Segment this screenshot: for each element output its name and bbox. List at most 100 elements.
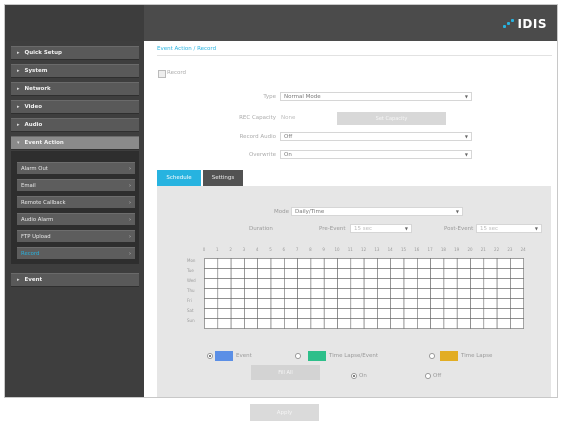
schedule-cell[interactable] bbox=[417, 278, 431, 289]
schedule-cell[interactable] bbox=[430, 258, 445, 269]
schedule-cell[interactable] bbox=[430, 308, 445, 319]
schedule-cell[interactable] bbox=[217, 268, 232, 279]
schedule-cell[interactable] bbox=[244, 288, 259, 299]
submenu-item-remote-callback[interactable]: Remote Callback › bbox=[17, 196, 135, 208]
schedule-cell[interactable] bbox=[496, 298, 511, 309]
schedule-cell[interactable] bbox=[323, 258, 338, 269]
schedule-cell[interactable] bbox=[270, 268, 285, 279]
schedule-cell[interactable] bbox=[297, 288, 312, 299]
apply-button[interactable]: Apply bbox=[250, 404, 319, 421]
schedule-grid[interactable] bbox=[204, 258, 524, 329]
schedule-cell[interactable] bbox=[390, 318, 405, 329]
schedule-cell[interactable] bbox=[310, 278, 325, 289]
schedule-cell[interactable] bbox=[443, 258, 458, 269]
schedule-cell[interactable] bbox=[257, 318, 272, 329]
schedule-cell[interactable] bbox=[403, 258, 418, 269]
schedule-cell[interactable] bbox=[510, 288, 524, 299]
schedule-cell[interactable] bbox=[257, 298, 272, 309]
on-radio[interactable] bbox=[351, 373, 357, 379]
schedule-cell[interactable] bbox=[470, 308, 485, 319]
schedule-cell[interactable] bbox=[483, 258, 498, 269]
schedule-cell[interactable] bbox=[270, 308, 285, 319]
set-capacity-button[interactable]: Set Capacity bbox=[337, 112, 446, 125]
schedule-cell[interactable] bbox=[496, 268, 511, 279]
submenu-item-alarm-out[interactable]: Alarm Out › bbox=[17, 162, 135, 174]
schedule-cell[interactable] bbox=[297, 308, 312, 319]
schedule-cell[interactable] bbox=[204, 268, 219, 279]
schedule-cell[interactable] bbox=[456, 318, 471, 329]
mode-select[interactable]: Daily/Time ▼ bbox=[291, 207, 463, 216]
schedule-cell[interactable] bbox=[270, 258, 285, 269]
schedule-cell[interactable] bbox=[297, 258, 312, 269]
schedule-cell[interactable] bbox=[430, 288, 445, 299]
schedule-cell[interactable] bbox=[230, 288, 245, 299]
pre-event-select[interactable]: 15 sec ▼ bbox=[350, 224, 412, 233]
schedule-cell[interactable] bbox=[403, 308, 418, 319]
schedule-cell[interactable] bbox=[230, 268, 245, 279]
schedule-cell[interactable] bbox=[510, 258, 524, 269]
schedule-cell[interactable] bbox=[350, 288, 365, 299]
schedule-cell[interactable] bbox=[417, 268, 431, 279]
schedule-cell[interactable] bbox=[443, 318, 458, 329]
schedule-cell[interactable] bbox=[377, 308, 391, 319]
schedule-cell[interactable] bbox=[456, 278, 471, 289]
schedule-cell[interactable] bbox=[323, 288, 338, 299]
legend-radio-event[interactable] bbox=[207, 353, 213, 359]
schedule-cell[interactable] bbox=[230, 318, 245, 329]
schedule-cell[interactable] bbox=[270, 298, 285, 309]
schedule-cell[interactable] bbox=[323, 298, 338, 309]
schedule-cell[interactable] bbox=[323, 318, 338, 329]
schedule-cell[interactable] bbox=[510, 318, 524, 329]
schedule-cell[interactable] bbox=[510, 278, 524, 289]
schedule-cell[interactable] bbox=[390, 268, 405, 279]
schedule-cell[interactable] bbox=[323, 308, 338, 319]
schedule-cell[interactable] bbox=[323, 268, 338, 279]
schedule-cell[interactable] bbox=[337, 278, 352, 289]
fill-all-button[interactable]: Fill All bbox=[251, 365, 320, 380]
schedule-cell[interactable] bbox=[417, 308, 431, 319]
schedule-cell[interactable] bbox=[337, 268, 352, 279]
schedule-cell[interactable] bbox=[350, 278, 365, 289]
schedule-cell[interactable] bbox=[310, 288, 325, 299]
schedule-cell[interactable] bbox=[443, 288, 458, 299]
schedule-cell[interactable] bbox=[217, 318, 232, 329]
schedule-cell[interactable] bbox=[217, 278, 232, 289]
schedule-cell[interactable] bbox=[390, 288, 405, 299]
schedule-cell[interactable] bbox=[230, 258, 245, 269]
schedule-cell[interactable] bbox=[230, 298, 245, 309]
submenu-item-email[interactable]: Email › bbox=[17, 179, 135, 191]
schedule-cell[interactable] bbox=[284, 298, 298, 309]
schedule-cell[interactable] bbox=[257, 258, 272, 269]
schedule-cell[interactable] bbox=[350, 308, 365, 319]
submenu-item-ftp-upload[interactable]: FTP Upload › bbox=[17, 230, 135, 242]
sidebar-item-audio[interactable]: ▸ Audio bbox=[11, 118, 139, 132]
schedule-cell[interactable] bbox=[244, 318, 259, 329]
schedule-cell[interactable] bbox=[244, 298, 259, 309]
schedule-cell[interactable] bbox=[244, 258, 259, 269]
schedule-cell[interactable] bbox=[270, 288, 285, 299]
schedule-cell[interactable] bbox=[217, 308, 232, 319]
tab-schedule[interactable]: Schedule bbox=[157, 170, 201, 186]
schedule-cell[interactable] bbox=[244, 268, 259, 279]
sidebar-item-network[interactable]: ▸ Network bbox=[11, 82, 139, 96]
submenu-item-audio-alarm[interactable]: Audio Alarm › bbox=[17, 213, 135, 225]
schedule-cell[interactable] bbox=[483, 298, 498, 309]
schedule-cell[interactable] bbox=[257, 278, 272, 289]
schedule-cell[interactable] bbox=[204, 298, 219, 309]
schedule-cell[interactable] bbox=[310, 258, 325, 269]
schedule-cell[interactable] bbox=[230, 278, 245, 289]
schedule-cell[interactable] bbox=[257, 288, 272, 299]
schedule-cell[interactable] bbox=[483, 268, 498, 279]
schedule-cell[interactable] bbox=[284, 258, 298, 269]
schedule-cell[interactable] bbox=[483, 308, 498, 319]
schedule-cell[interactable] bbox=[217, 288, 232, 299]
schedule-cell[interactable] bbox=[470, 288, 485, 299]
schedule-cell[interactable] bbox=[377, 268, 391, 279]
overwrite-select[interactable]: On ▼ bbox=[280, 150, 472, 159]
schedule-cell[interactable] bbox=[430, 268, 445, 279]
sidebar-item-event[interactable]: ▸ Event bbox=[11, 273, 139, 287]
schedule-cell[interactable] bbox=[483, 288, 498, 299]
schedule-cell[interactable] bbox=[443, 278, 458, 289]
schedule-cell[interactable] bbox=[297, 298, 312, 309]
schedule-cell[interactable] bbox=[510, 308, 524, 319]
